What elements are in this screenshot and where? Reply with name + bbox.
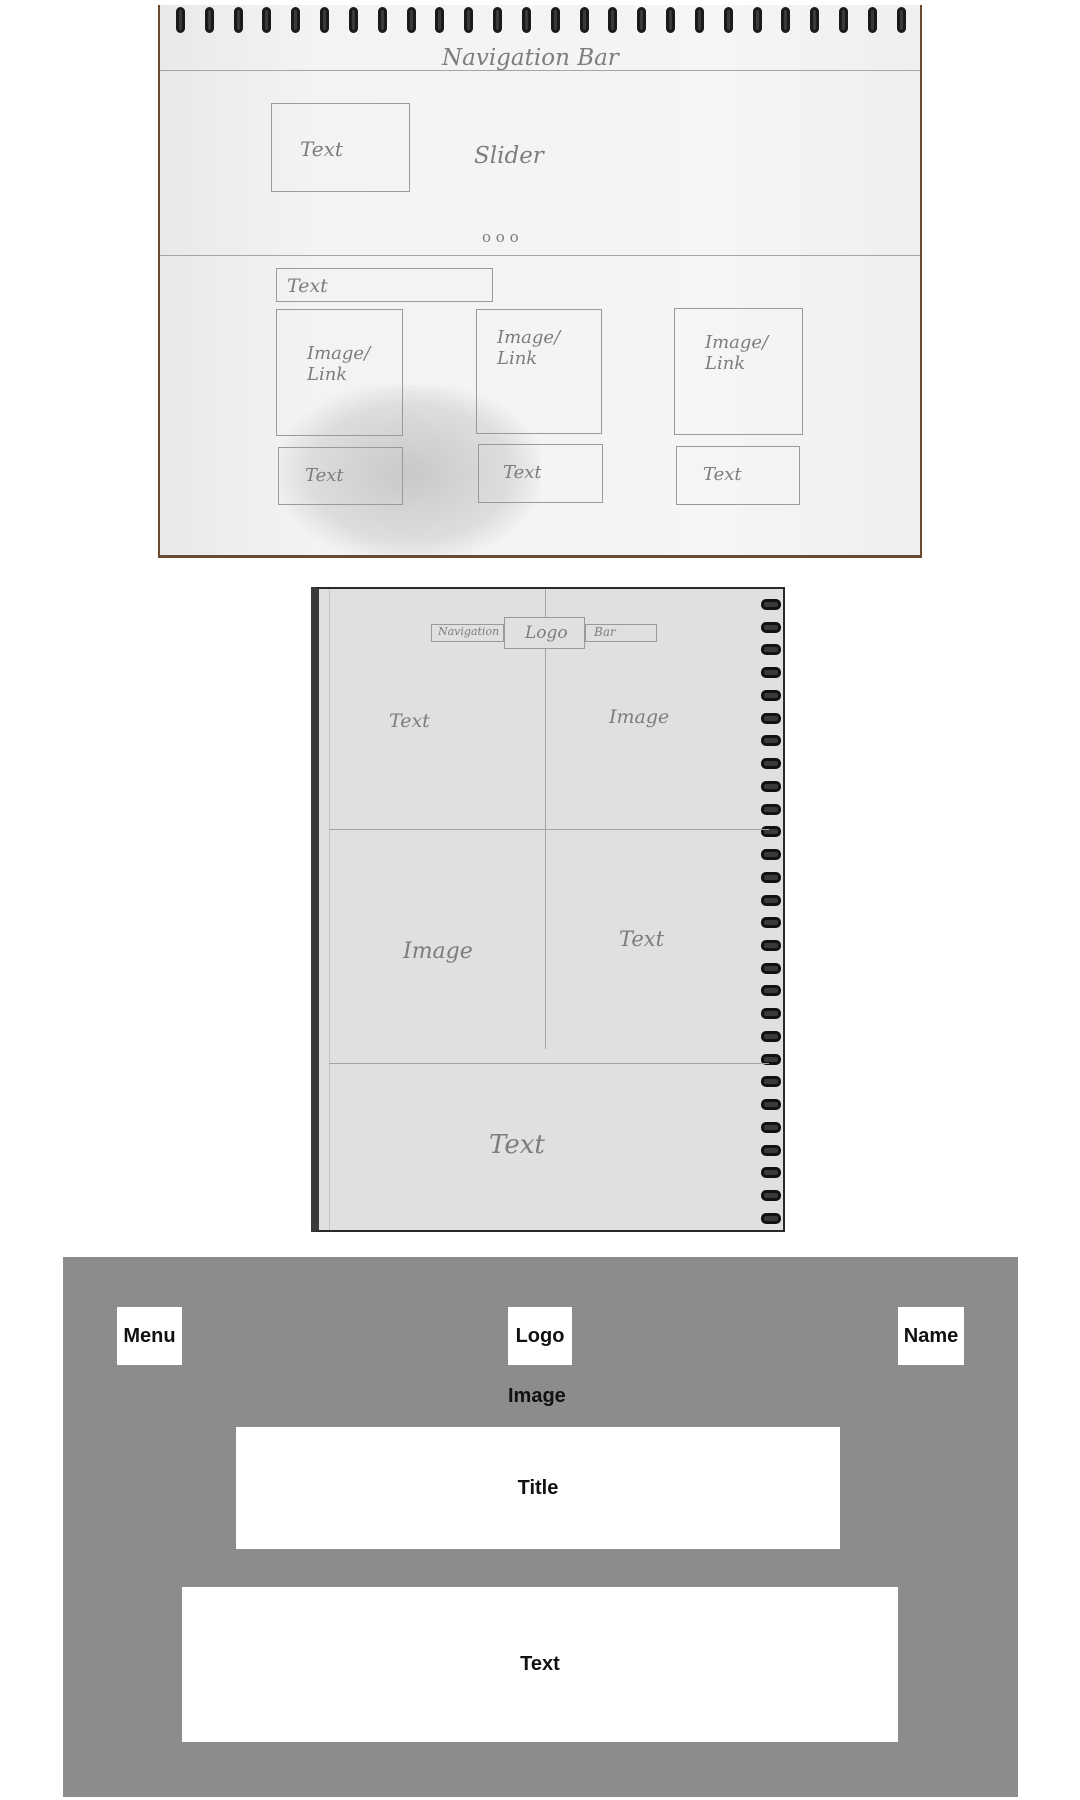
slider-text-box: Text xyxy=(271,103,410,192)
nav-left-label: Navigation xyxy=(438,625,500,638)
cell-text-1: Text xyxy=(389,710,430,732)
spiral-binding-top xyxy=(176,7,906,35)
wireframe-sheet: Navigation Bar Text Slider o o o Text Im… xyxy=(0,0,1080,1800)
slider-divider-line xyxy=(160,255,920,256)
logo-label: Logo xyxy=(525,623,568,643)
logo-box: Logo xyxy=(508,1307,572,1365)
card-text-label-2: Text xyxy=(503,462,542,483)
card-text-label-3: Text xyxy=(703,464,742,485)
cell-image-1: Image xyxy=(609,706,670,728)
card-image-1: Image/ Link xyxy=(276,309,403,436)
menu-box: Menu xyxy=(117,1307,182,1365)
title-box: Title xyxy=(236,1427,840,1549)
card-image-3: Image/ Link xyxy=(674,308,803,435)
nav-right-box: Bar xyxy=(585,624,657,642)
slider-dots: o o o xyxy=(482,228,519,246)
footer-text: Text xyxy=(489,1130,545,1160)
cell-text-2: Text xyxy=(619,927,665,951)
card-image-label-2: Image/ Link xyxy=(497,327,561,369)
card-image-label-1: Image/ Link xyxy=(307,343,371,385)
card-image-label-3: Image/ Link xyxy=(705,332,769,374)
spiral-binding-right xyxy=(761,599,783,1224)
portrait-sketch: Navigation Logo Bar Text Image Image Tex… xyxy=(311,587,785,1232)
digital-wireframe: Menu Logo Name Image Title Text xyxy=(63,1257,1018,1797)
card-image-2: Image/ Link xyxy=(476,309,602,434)
slider-label: Slider xyxy=(474,143,544,169)
section-text-label: Text xyxy=(287,275,328,297)
left-margin-line xyxy=(329,589,330,1230)
name-box: Name xyxy=(898,1307,964,1365)
slider-text-label: Text xyxy=(300,137,343,161)
card-text-2: Text xyxy=(478,444,603,503)
vertical-divider xyxy=(545,649,546,1049)
horizontal-divider-2 xyxy=(329,1063,769,1064)
nav-left-box: Navigation xyxy=(431,624,504,642)
logo-box: Logo xyxy=(504,617,585,649)
card-text-3: Text xyxy=(676,446,800,505)
cell-image-2: Image xyxy=(403,939,473,964)
section-text-box: Text xyxy=(276,268,493,302)
horizontal-divider-1 xyxy=(329,829,769,830)
navigation-bar-line xyxy=(160,70,920,71)
text-box: Text xyxy=(182,1587,898,1742)
vertical-divider-top xyxy=(545,589,546,617)
card-text-label-1: Text xyxy=(305,465,344,486)
image-label: Image xyxy=(508,1385,566,1407)
card-text-1: Text xyxy=(278,447,403,505)
landscape-sketch: Navigation Bar Text Slider o o o Text Im… xyxy=(158,5,922,558)
navigation-bar-label: Navigation Bar xyxy=(442,45,619,71)
nav-right-label: Bar xyxy=(594,625,616,639)
